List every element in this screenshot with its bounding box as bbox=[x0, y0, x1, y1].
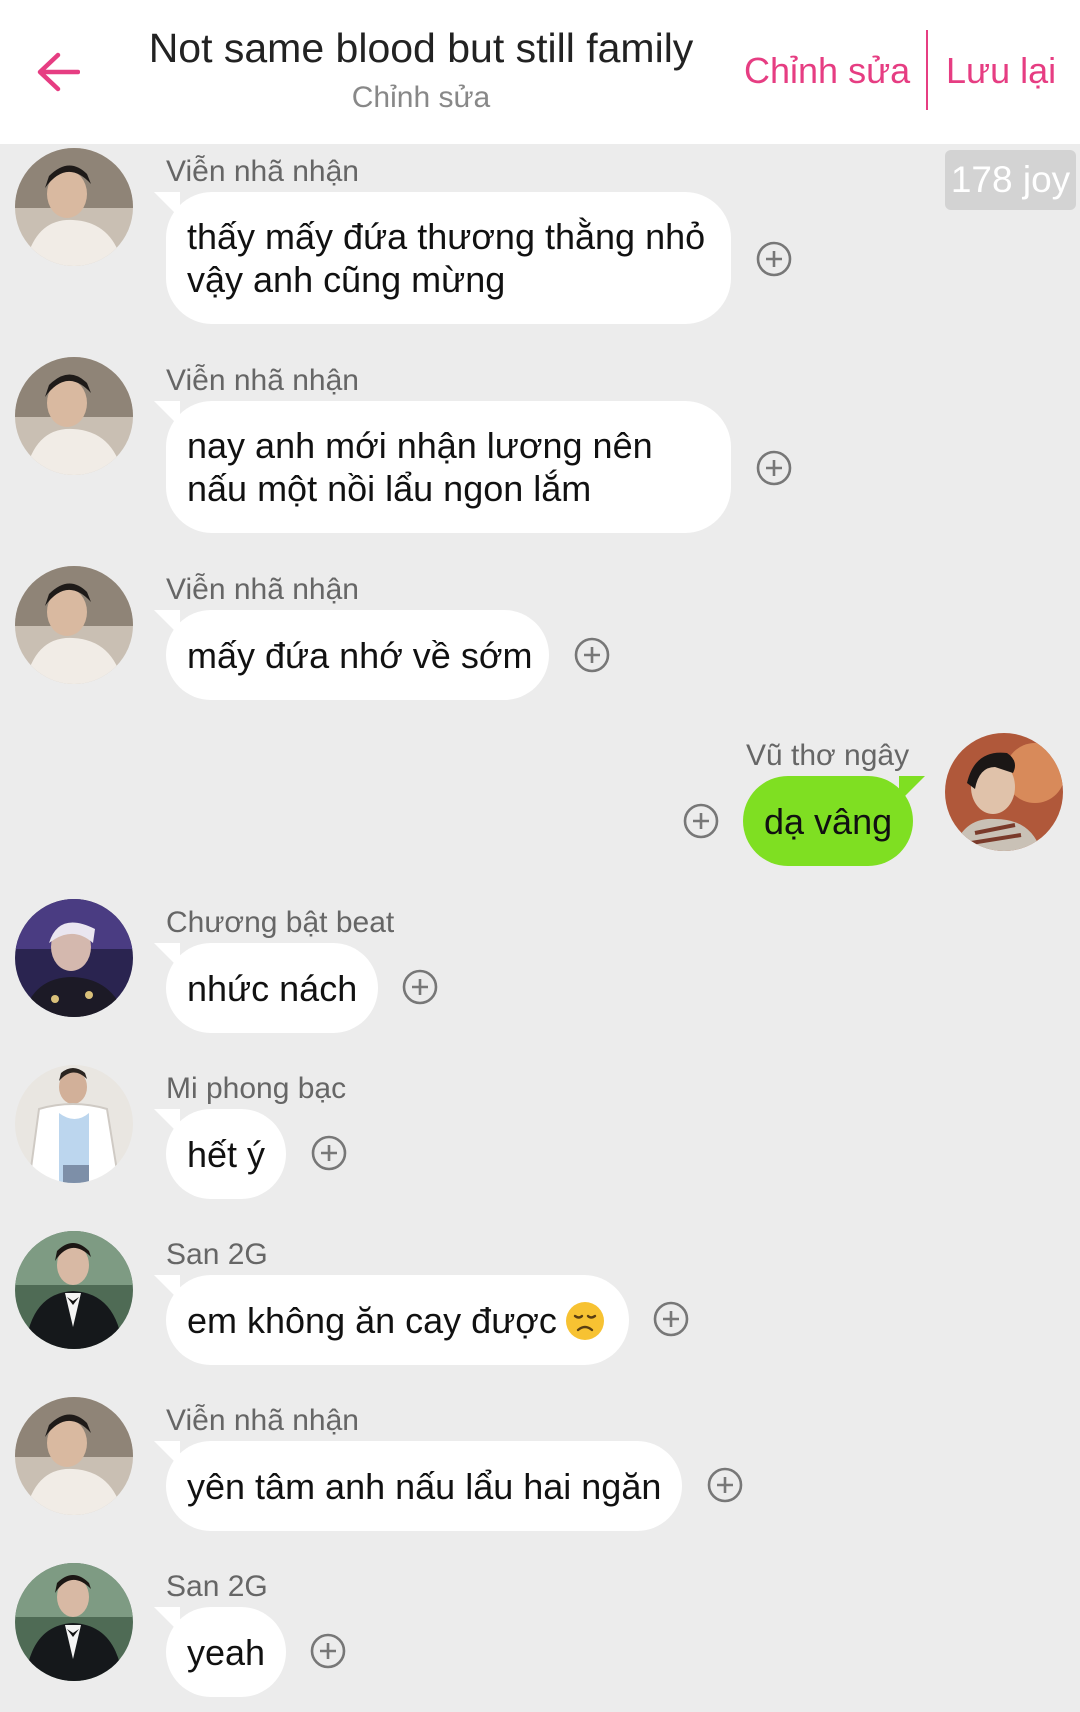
own-avatar[interactable] bbox=[945, 733, 1063, 851]
sender-name: Viễn nhã nhận bbox=[166, 573, 359, 606]
sender-name: Viễn nhã nhận bbox=[166, 1404, 359, 1437]
sender-name: Viễn nhã nhận bbox=[166, 155, 359, 188]
message-text: mấy đứa nhớ về sớm bbox=[187, 634, 533, 676]
avatar[interactable] bbox=[15, 566, 133, 684]
joy-counter-badge: 178 joy bbox=[945, 150, 1076, 210]
message-text-line: thấy mấy đứa thương thằng nhỏ bbox=[187, 216, 706, 257]
avatar-man-profile bbox=[945, 733, 1063, 851]
plus-circle-icon bbox=[707, 1467, 743, 1503]
chat-header: Not same blood but still family Chỉnh sử… bbox=[0, 0, 1080, 144]
sender-name: Vũ thơ ngây bbox=[746, 739, 910, 772]
avatar-man-tuxedo bbox=[15, 1231, 133, 1349]
message-bubble[interactable]: mấy đứa nhớ về sớm bbox=[166, 610, 549, 700]
react-button[interactable] bbox=[756, 450, 792, 486]
header-divider bbox=[926, 30, 928, 110]
avatar-man-light-shirt bbox=[15, 148, 133, 266]
save-button[interactable]: Lưu lại bbox=[946, 46, 1056, 96]
message-bubble[interactable]: hết ý bbox=[166, 1109, 286, 1199]
message-text-row: em không ăn cay được bbox=[187, 1299, 605, 1342]
avatar[interactable] bbox=[15, 1397, 133, 1515]
chat-title: Not same blood but still family bbox=[148, 25, 694, 71]
plus-circle-icon bbox=[756, 450, 792, 486]
back-arrow-icon bbox=[37, 52, 80, 92]
message-text-line: vậy anh cũng mừng bbox=[187, 259, 506, 300]
avatar[interactable] bbox=[15, 899, 133, 1017]
edit-button[interactable]: Chỉnh sửa bbox=[744, 46, 910, 96]
message-text-line: nay anh mới nhận lương nên bbox=[187, 425, 653, 466]
avatar[interactable] bbox=[15, 148, 133, 266]
message-bubble[interactable]: yeah bbox=[166, 1607, 286, 1697]
own-message-bubble[interactable]: dạ vâng bbox=[743, 776, 913, 866]
message-text: dạ vâng bbox=[764, 800, 893, 842]
message-bubble[interactable]: yên tâm anh nấu lẩu hai ngăn bbox=[166, 1441, 682, 1531]
plus-circle-icon bbox=[756, 241, 792, 277]
sender-name: San 2G bbox=[166, 1238, 268, 1271]
plus-circle-icon bbox=[683, 803, 719, 839]
title-block: Not same blood but still family Chỉnh sử… bbox=[110, 22, 732, 118]
disappointed-face-icon bbox=[565, 1301, 604, 1340]
plus-circle-icon bbox=[653, 1301, 689, 1337]
avatar-man-white-tank bbox=[15, 1065, 133, 1183]
sender-name: Mi phong bạc bbox=[166, 1072, 347, 1105]
plus-circle-icon bbox=[310, 1633, 346, 1669]
avatar[interactable] bbox=[15, 357, 133, 475]
avatar[interactable] bbox=[15, 1231, 133, 1349]
chat-subtitle: Chỉnh sửa bbox=[351, 81, 491, 114]
sender-name: San 2G bbox=[166, 1570, 268, 1603]
back-button[interactable] bbox=[30, 40, 86, 104]
message-bubble[interactable]: em không ăn cay được bbox=[166, 1275, 629, 1365]
avatar-man-light-shirt bbox=[15, 566, 133, 684]
message-text: em không ăn cay được bbox=[187, 1299, 557, 1341]
message-text: yên tâm anh nấu lẩu hai ngăn bbox=[187, 1465, 662, 1507]
message-text: yeah bbox=[187, 1631, 266, 1673]
react-button[interactable] bbox=[310, 1633, 346, 1669]
react-button[interactable] bbox=[574, 637, 610, 673]
message-text: hết ý bbox=[187, 1133, 266, 1175]
message-bubble[interactable]: nhức nách bbox=[166, 943, 378, 1033]
message-bubble[interactable]: nay anh mới nhận lương nên nấu một nồi l… bbox=[166, 401, 731, 533]
react-button[interactable] bbox=[756, 241, 792, 277]
message-text-line: nấu một nồi lẩu ngon lắm bbox=[187, 468, 592, 509]
react-button[interactable] bbox=[653, 1301, 689, 1337]
avatar[interactable] bbox=[15, 1563, 133, 1681]
sender-name: Viễn nhã nhận bbox=[166, 364, 359, 397]
react-button[interactable] bbox=[402, 969, 438, 1005]
message-text: nhức nách bbox=[187, 967, 358, 1009]
plus-circle-icon bbox=[574, 637, 610, 673]
sender-name: Chương bật beat bbox=[166, 906, 395, 939]
react-button[interactable] bbox=[683, 803, 719, 839]
avatar-man-light-shirt bbox=[15, 357, 133, 475]
avatar-man-purple-stage bbox=[15, 899, 133, 1017]
plus-circle-icon bbox=[402, 969, 438, 1005]
message-bubble[interactable]: thấy mấy đứa thương thằng nhỏ vậy anh cũ… bbox=[166, 192, 731, 324]
avatar-man-light-shirt bbox=[15, 1397, 133, 1515]
react-button[interactable] bbox=[311, 1135, 347, 1171]
avatar[interactable] bbox=[15, 1065, 133, 1183]
plus-circle-icon bbox=[311, 1135, 347, 1171]
react-button[interactable] bbox=[707, 1467, 743, 1503]
avatar-man-tuxedo bbox=[15, 1563, 133, 1681]
